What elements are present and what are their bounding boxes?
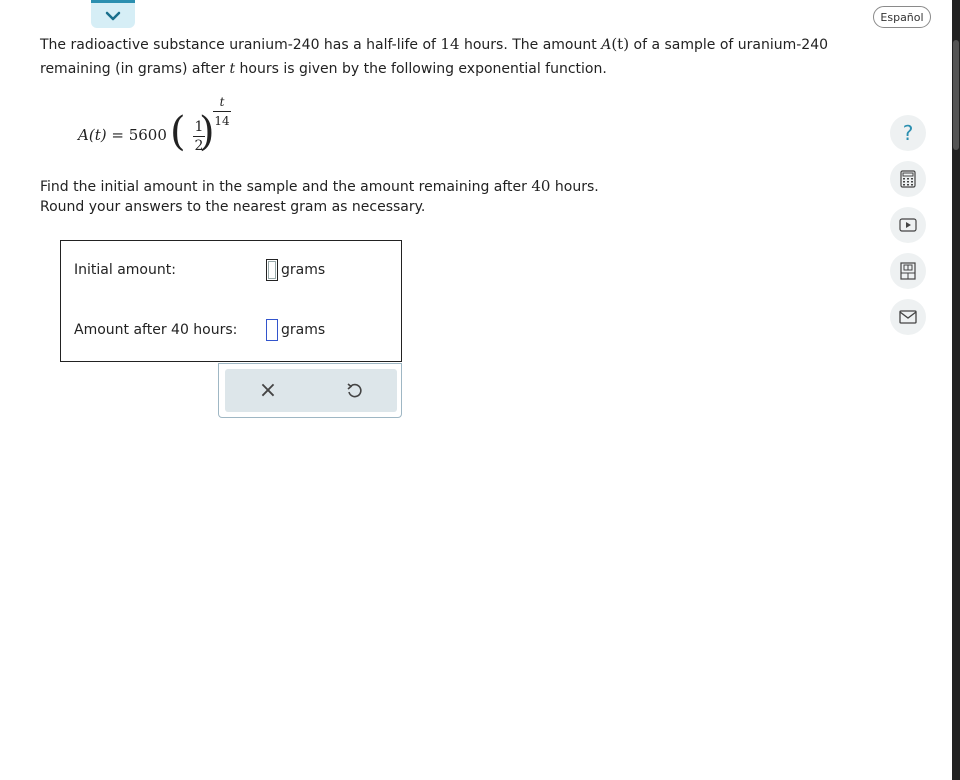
function-name: A — [601, 37, 612, 53]
close-icon: × — [258, 377, 278, 403]
left-paren: ( — [170, 109, 186, 155]
help-icon: ? — [902, 121, 914, 145]
amount-after-label: Amount after 40 hours: — [74, 322, 238, 338]
calculator-button[interactable] — [890, 161, 926, 197]
amount-after-input[interactable] — [266, 319, 278, 341]
textbook-icon — [900, 262, 916, 280]
amount-after-unit: grams — [281, 322, 326, 338]
help-button[interactable]: ? — [890, 115, 926, 151]
language-toggle-button[interactable]: Español — [873, 6, 931, 28]
calculator-icon — [900, 170, 916, 188]
amount-after-row: Amount after 40 hours: grams — [74, 319, 325, 341]
instructions: Find the initial amount in the sample an… — [40, 177, 599, 215]
initial-amount-unit: grams — [281, 262, 326, 278]
clear-button[interactable]: × — [225, 369, 311, 412]
coefficient: 5600 — [128, 126, 167, 144]
half-life-value: 14 — [440, 35, 460, 53]
video-icon — [899, 218, 917, 232]
problem-statement: The radioactive substance uranium-240 ha… — [40, 35, 829, 77]
answer-box: Initial amount: grams Amount after 40 ho… — [60, 240, 402, 362]
mail-button[interactable] — [890, 299, 926, 335]
initial-amount-label: Initial amount: — [74, 262, 176, 278]
undo-button[interactable] — [311, 369, 397, 412]
exponent-fraction: t 14 — [213, 95, 231, 128]
collapse-toggle-button[interactable] — [91, 0, 135, 28]
chevron-down-icon — [105, 11, 121, 20]
video-button[interactable] — [890, 207, 926, 243]
initial-amount-input[interactable] — [266, 259, 278, 281]
mail-icon — [899, 310, 917, 324]
scrollbar-thumb[interactable] — [953, 40, 959, 150]
textbook-button[interactable] — [890, 253, 926, 289]
initial-amount-row: Initial amount: grams — [74, 259, 325, 281]
action-panel: × — [218, 363, 402, 418]
undo-icon — [347, 382, 362, 397]
